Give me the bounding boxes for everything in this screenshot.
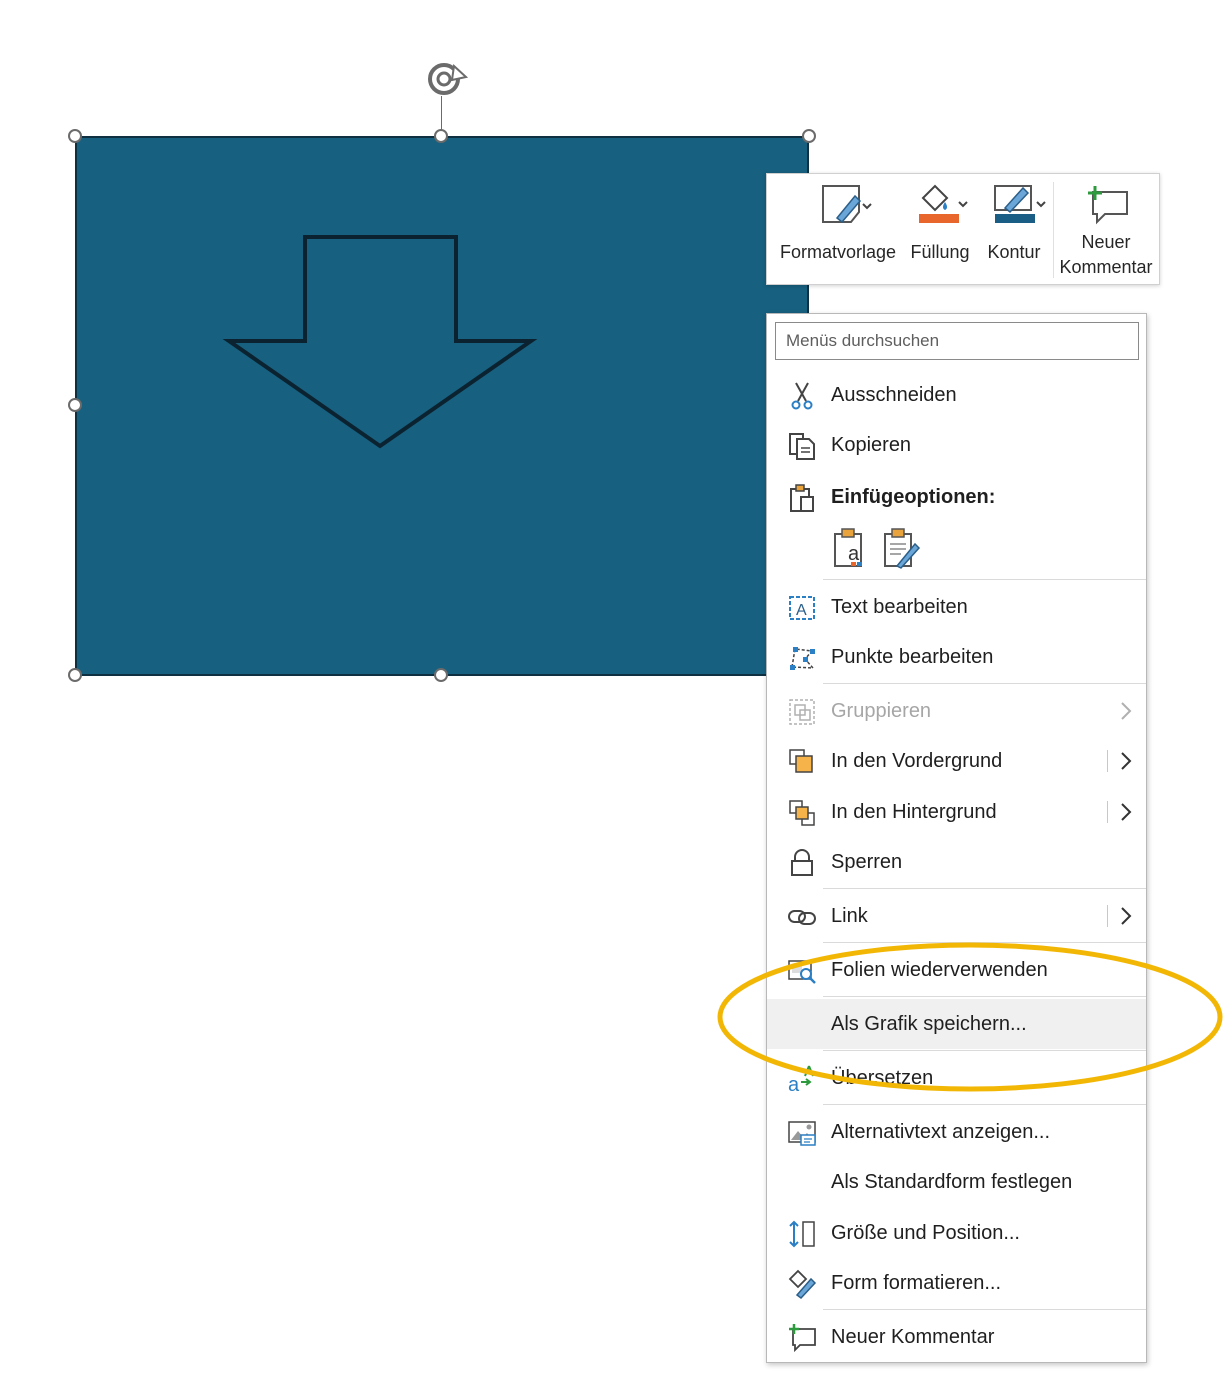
menu-item-cut[interactable]: Ausschneiden — [767, 370, 1146, 420]
paste-use-destination-theme-icon[interactable] — [881, 526, 921, 570]
style-label: Formatvorlage — [779, 242, 897, 262]
menu-item-set-default-shape[interactable]: Als Standardform festlegen — [767, 1157, 1146, 1207]
edit-points-icon — [790, 647, 815, 670]
scissors-icon — [791, 382, 813, 410]
outline-button[interactable]: Kontur — [979, 174, 1049, 284]
rotate-handle-icon[interactable] — [422, 58, 468, 100]
menu-separator — [823, 1104, 1146, 1105]
menu-search-input[interactable] — [775, 322, 1139, 360]
menu-item-label: Als Standardform festlegen — [831, 1171, 1073, 1193]
new-comment-toolbar-button[interactable]: Neuer Kommentar — [1055, 174, 1157, 284]
menu-separator — [823, 683, 1146, 684]
menu-item-label: In den Hintergrund — [831, 801, 997, 823]
menu-item-label: Sperren — [831, 851, 903, 873]
pen-outline-icon — [994, 185, 1046, 223]
new-comment-icon — [789, 1324, 816, 1353]
lock-icon — [791, 849, 813, 876]
resize-handle-bottom[interactable] — [434, 668, 448, 682]
menu-item-size-position[interactable]: Größe und Position... — [767, 1208, 1146, 1258]
chevron-right-icon[interactable] — [1120, 802, 1132, 822]
menu-separator — [823, 942, 1146, 943]
menu-item-copy[interactable]: Kopieren — [767, 420, 1146, 470]
menu-item-label: Als Grafik speichern... — [831, 1013, 1027, 1035]
svg-text:a: a — [848, 543, 860, 565]
chevron-right-icon[interactable] — [1120, 751, 1132, 771]
resize-handle-bottom-left[interactable] — [68, 668, 82, 682]
paste-icon — [790, 484, 814, 512]
shape-style-icon — [822, 185, 872, 224]
translate-icon: a — [788, 1065, 814, 1094]
new-comment-label-line2: Kommentar — [1059, 257, 1153, 277]
paint-bucket-icon — [919, 184, 968, 223]
menu-item-lock[interactable]: Sperren — [767, 837, 1146, 887]
menu-separator — [823, 888, 1146, 889]
resize-handle-top-left[interactable] — [68, 129, 82, 143]
menu-item-label: Ausschneiden — [831, 384, 957, 406]
menu-item-edit-text[interactable]: A Text bearbeiten — [767, 582, 1146, 632]
menu-item-link[interactable]: Link — [767, 891, 1146, 941]
resize-handle-left[interactable] — [68, 398, 82, 412]
link-icon — [788, 910, 816, 925]
reuse-slides-icon — [788, 960, 816, 984]
menu-item-translate[interactable]: a Übersetzen — [767, 1053, 1146, 1103]
context-menu: Ausschneiden Kopieren Einfügeoptionen: a — [766, 313, 1147, 1363]
menu-item-label: Link — [831, 905, 868, 927]
new-comment-label-line1: Neuer — [1081, 232, 1131, 252]
submenu-divider — [1107, 905, 1108, 927]
svg-text:A: A — [796, 602, 807, 619]
menu-separator — [823, 996, 1146, 997]
mini-toolbar: Formatvorlage Füllung Kontur Neuer Komme… — [766, 173, 1160, 285]
format-shape-icon — [788, 1269, 817, 1299]
menu-item-label: Punkte bearbeiten — [831, 646, 994, 668]
menu-item-save-as-picture[interactable]: Als Grafik speichern... — [767, 999, 1146, 1049]
menu-item-label: Folien wiederverwenden — [831, 959, 1048, 981]
size-position-icon — [789, 1220, 815, 1248]
menu-item-label: Kopieren — [831, 434, 912, 456]
menu-item-group: Gruppieren — [767, 686, 1146, 736]
bring-forward-icon — [789, 749, 813, 773]
menu-item-bring-forward[interactable]: In den Vordergrund — [767, 736, 1146, 786]
send-backward-icon — [789, 800, 815, 826]
copy-icon — [789, 433, 815, 460]
alt-text-icon — [788, 1121, 816, 1146]
style-button[interactable]: Formatvorlage — [773, 174, 903, 284]
menu-item-alt-text[interactable]: Alternativtext anzeigen... — [767, 1107, 1146, 1157]
menu-item-label: Gruppieren — [831, 700, 932, 722]
resize-handle-top-right[interactable] — [802, 129, 816, 143]
menu-separator — [823, 1309, 1146, 1310]
chevron-right-icon — [1121, 702, 1132, 720]
menu-item-send-backward[interactable]: In den Hintergrund — [767, 787, 1146, 837]
menu-item-label: Text bearbeiten — [831, 596, 968, 618]
submenu-divider — [1107, 750, 1108, 772]
svg-text:a: a — [788, 1074, 800, 1094]
fill-button[interactable]: Füllung — [905, 174, 975, 284]
menu-item-label: Alternativtext anzeigen... — [831, 1121, 1051, 1143]
menu-item-label: Form formatieren... — [831, 1272, 1002, 1294]
paste-keep-text-only-icon[interactable]: a — [831, 526, 871, 570]
menu-item-new-comment[interactable]: Neuer Kommentar — [767, 1312, 1146, 1362]
toolbar-separator — [1053, 182, 1054, 278]
outline-label: Kontur — [987, 242, 1041, 262]
resize-handle-top[interactable] — [434, 129, 448, 143]
fill-label: Füllung — [910, 242, 970, 262]
menu-item-label: In den Vordergrund — [831, 750, 1003, 772]
menu-item-label: Einfügeoptionen: — [831, 486, 996, 508]
menu-item-edit-points[interactable]: Punkte bearbeiten — [767, 632, 1146, 682]
menu-item-paste-options: Einfügeoptionen: — [767, 472, 1146, 522]
menu-item-label: Neuer Kommentar — [831, 1326, 995, 1348]
rectangle-shape[interactable] — [75, 136, 809, 676]
menu-item-label: Größe und Position... — [831, 1222, 1020, 1244]
group-icon — [789, 699, 815, 725]
menu-separator — [823, 1050, 1146, 1051]
menu-item-reuse-slides[interactable]: Folien wiederverwenden — [767, 945, 1146, 995]
edit-text-icon: A — [789, 596, 815, 620]
menu-item-format-shape[interactable]: Form formatieren... — [767, 1258, 1146, 1308]
submenu-divider — [1107, 801, 1108, 823]
new-comment-icon — [1088, 186, 1128, 225]
menu-separator — [823, 579, 1146, 580]
menu-item-label: Übersetzen — [831, 1067, 934, 1089]
chevron-right-icon[interactable] — [1120, 906, 1132, 926]
